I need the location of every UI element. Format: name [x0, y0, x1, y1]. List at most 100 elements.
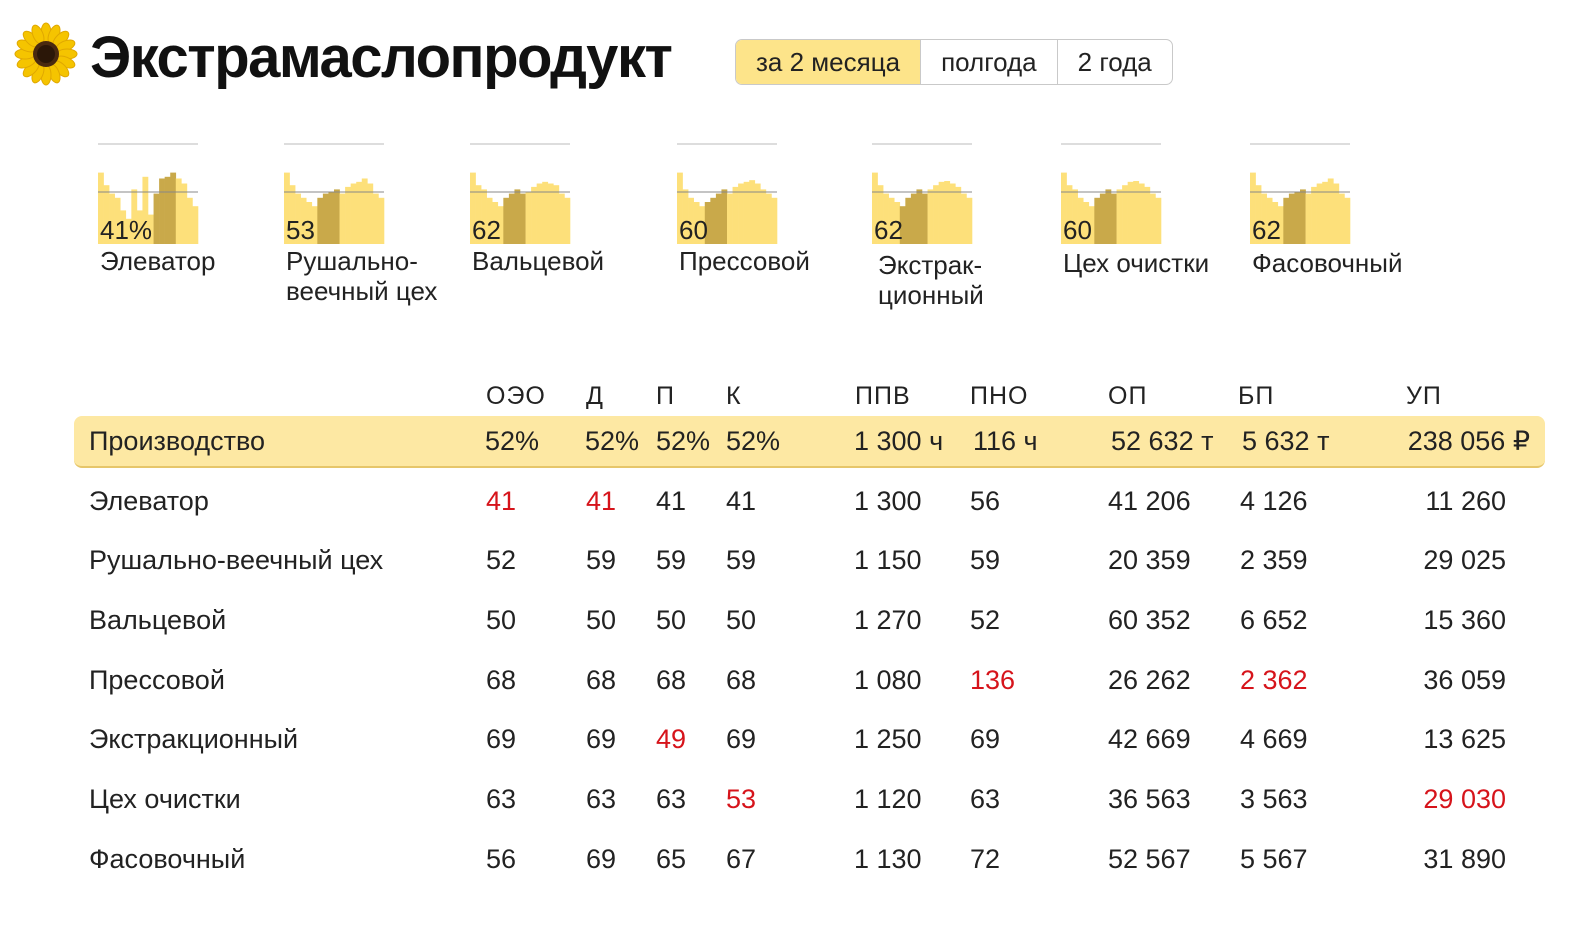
period-2-months[interactable]: за 2 месяца [736, 40, 921, 84]
cell-k: 59 [726, 545, 757, 575]
cell-up: 29 025 [1423, 545, 1506, 575]
cell-pno: 56 [970, 486, 1001, 516]
row-name: Прессовой [89, 665, 225, 695]
sparkline-bar [1105, 189, 1112, 244]
sparkline-card[interactable]: 60 Цех очистки [1061, 140, 1209, 278]
sparkline-bar [339, 193, 346, 244]
sparkline-bar [1300, 189, 1306, 244]
sparkline-value: 62 [472, 215, 501, 245]
column-header-up[interactable]: УП [1406, 380, 1442, 412]
sparkline-bar [164, 176, 171, 244]
period-half-year[interactable]: полгода [920, 40, 1057, 84]
sparkline-bar [378, 197, 385, 244]
cell-oeo: 69 [486, 724, 517, 754]
sparkline-bar [547, 183, 554, 244]
sparkline-bar [322, 193, 329, 244]
sparkline-label: Элеватор [100, 246, 216, 276]
column-header-ppv[interactable]: ППВ [855, 380, 911, 412]
column-header-oeo[interactable]: ОЭО [486, 380, 546, 412]
cell-p: 49 [656, 724, 687, 754]
sparkline-bar [159, 178, 165, 244]
cell-p: 68 [656, 665, 687, 695]
cell-k: 52% [726, 426, 781, 456]
cell-pno: 63 [970, 784, 1001, 814]
table-row[interactable]: Вальцевой 50 50 50 50 1 270 52 60 352 6 652 15 36… [74, 595, 1545, 645]
sparkline-bar [356, 181, 363, 244]
cell-bp: 5 567 [1240, 844, 1308, 874]
sparkline-value: 60 [679, 215, 708, 245]
sparkline-value: 62 [1252, 215, 1281, 245]
cell-pno: 69 [970, 724, 1001, 754]
cell-oeo: 41 [486, 486, 517, 516]
cell-up: 11 260 [1425, 486, 1506, 516]
column-header-p[interactable]: П [656, 380, 675, 412]
cell-ppv: 1 120 [854, 784, 922, 814]
sparkline-bar [1144, 186, 1151, 244]
sparkline-bar [738, 183, 744, 244]
column-header-op[interactable]: ОП [1108, 380, 1147, 412]
table-row[interactable]: Элеватор 41 41 41 41 1 300 56 41 206 4 126 11 260 [74, 476, 1545, 526]
period-2-years[interactable]: 2 года [1056, 40, 1172, 84]
cell-ppv: 1 300 [854, 486, 922, 516]
cell-ppv: 1 130 [854, 844, 922, 874]
sparkline-card[interactable]: 41% Элеватор [98, 140, 215, 276]
cell-ppv: 1 250 [854, 724, 922, 754]
table-row[interactable]: Фасовочный 56 69 65 67 1 130 72 52 567 5 567 31 8… [74, 834, 1545, 884]
cell-up: 31 890 [1423, 844, 1506, 874]
sparkline-bar [916, 189, 923, 244]
table-row[interactable]: Цех очистки 63 63 63 53 1 120 63 36 563 3 563 29 … [74, 774, 1545, 824]
cell-oeo: 52 [486, 545, 517, 575]
sparkline-value: 60 [1063, 215, 1092, 245]
cell-k: 53 [726, 784, 757, 814]
table-row[interactable]: Рушально-веечный цех 52 59 59 59 1 150 59 20 35… [74, 535, 1545, 585]
cell-p: 63 [656, 784, 687, 814]
cell-k: 69 [726, 724, 757, 754]
sparkline-value: 62 [874, 215, 903, 245]
row-name: Производство [89, 426, 266, 456]
cell-ppv: 1 300 ч [854, 426, 944, 456]
sparkline-bar [1294, 191, 1301, 244]
sparkline-bar [765, 193, 772, 244]
cell-op: 41 206 [1108, 486, 1191, 516]
sparkline-card[interactable]: 62 Экстрак- ционный [872, 140, 984, 310]
sparkline-bar [367, 183, 374, 244]
sparkline-bar [910, 193, 917, 244]
sparkline-card[interactable]: 62 Фасовочный [1250, 140, 1403, 278]
table-header: ОЭО Д П К ППВ ПНО ОП БП УП [0, 380, 1576, 412]
sparkline-label: Цех очистки [1063, 248, 1210, 278]
sparkline-card[interactable]: 60 Прессовой [677, 140, 810, 276]
sparkline-bar [1338, 193, 1345, 244]
column-header-d[interactable]: Д [586, 380, 604, 412]
row-name: Экстракционный [89, 724, 299, 754]
sparkline-value: 41% [100, 215, 153, 245]
cell-k: 50 [726, 605, 757, 635]
sunflower-icon [14, 22, 78, 86]
column-header-bp[interactable]: БП [1238, 380, 1274, 412]
cell-op: 26 262 [1108, 665, 1191, 695]
column-header-pno[interactable]: ПНО [970, 380, 1028, 412]
sparkline-bar [966, 197, 973, 244]
sparkline-card[interactable]: 53 Рушально- веечный цех [284, 140, 437, 306]
sparkline-card[interactable]: 62 Вальцевой [470, 140, 604, 276]
table-row-total[interactable]: Производство 52% 52% 52% 52% 1 300 ч 116… [74, 416, 1545, 468]
cell-d: 41 [586, 486, 617, 516]
sparkline-bar [715, 193, 722, 244]
sparkline-bar [520, 193, 526, 244]
sparkline-bar [754, 183, 761, 244]
page-title: Экстрамаслопродукт [90, 25, 673, 90]
sparkline-bar [1305, 193, 1312, 244]
sparkline-bar [192, 206, 199, 244]
sparkline-bar [749, 180, 756, 244]
table-row[interactable]: Экстракционный 69 69 49 69 1 250 69 42 669 4 669… [74, 714, 1545, 764]
sparkline-bar [1155, 197, 1162, 244]
sparkline-bar [536, 183, 543, 244]
cell-p: 52% [656, 426, 711, 456]
sparkline-bar [1133, 181, 1140, 244]
cell-pno: 72 [970, 844, 1001, 874]
table-row[interactable]: Прессовой 68 68 68 68 1 080 136 26 262 2 362 36 0… [74, 655, 1545, 705]
sparkline-bar [933, 185, 939, 244]
row-name: Рушально-веечный цех [89, 545, 384, 575]
column-header-k[interactable]: К [726, 380, 742, 412]
cell-op: 52 567 [1108, 844, 1191, 874]
cell-op: 52 632 т [1111, 426, 1214, 456]
